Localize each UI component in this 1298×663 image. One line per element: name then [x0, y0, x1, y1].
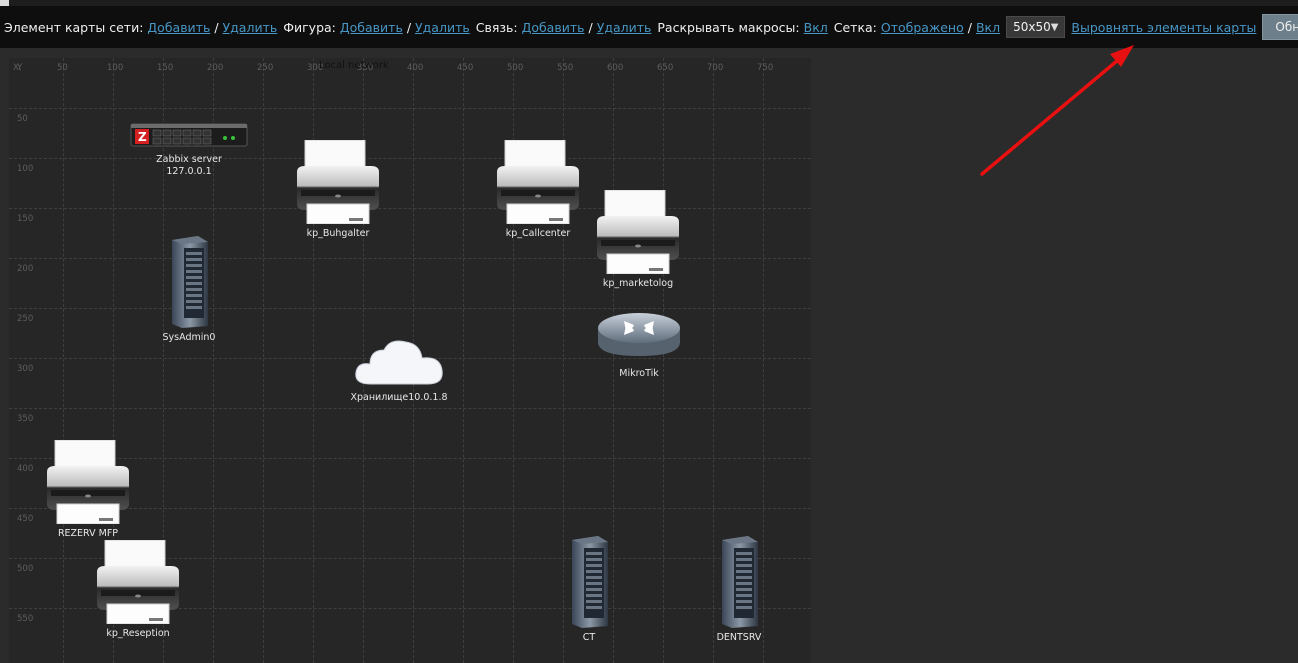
annotation-arrow	[980, 45, 1134, 176]
